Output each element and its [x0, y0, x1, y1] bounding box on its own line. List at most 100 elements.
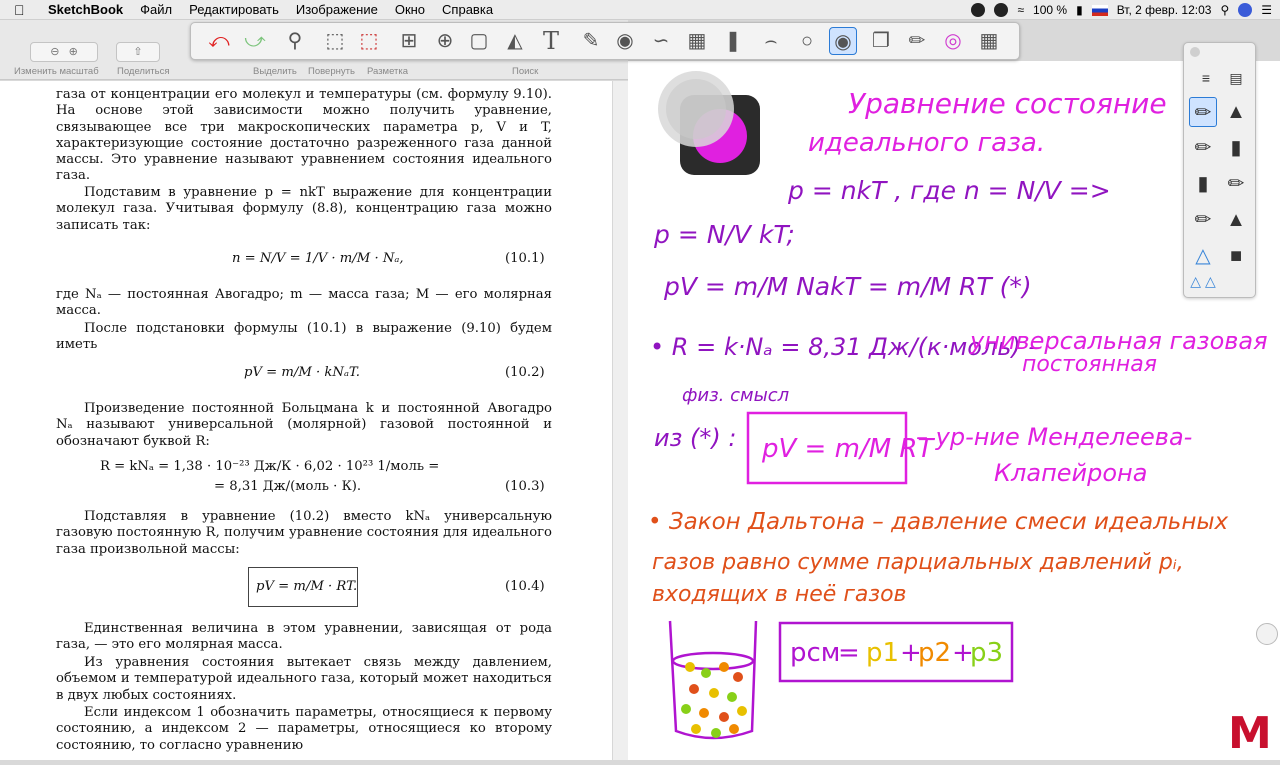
brush-eraser-icon[interactable]: ■ — [1222, 241, 1250, 271]
battery-text[interactable]: 100 % — [1033, 3, 1067, 17]
note-line-7c: входящих в неё газов — [652, 582, 907, 607]
spotlight-icon[interactable]: ⚲ — [1220, 3, 1229, 17]
palette-settings-icon[interactable]: ≡ — [1192, 63, 1220, 93]
status-check-icon[interactable] — [971, 3, 986, 17]
perspective-icon[interactable]: ▦ — [683, 27, 711, 55]
circle-icon[interactable]: ○ — [793, 27, 821, 55]
menu-bar:  SketchBook Файл Редактировать Изображе… — [0, 0, 1280, 20]
formula-eq: = — [838, 638, 860, 668]
undo-icon[interactable]: ⤺ — [205, 27, 233, 55]
paragraph-3: где Nₐ — постоянная Авогадро; m — масса … — [56, 287, 552, 319]
note-line-6-box: pV = m/M RT — [761, 434, 935, 464]
sketchbook-toolbar: ⤺ ⤻ ⚲ ⬚ ⬚ ⊞ ⊕ ▢ ◭ T ✎ ◉ ∽ ▦ ❚ ⌢ ○ ◉ ❐ ✏ … — [190, 22, 1020, 60]
stroke-icon[interactable]: ⌢ — [757, 27, 785, 55]
formula-p3: p3 — [970, 638, 1003, 668]
language-flag-icon[interactable] — [1091, 4, 1108, 16]
paragraph-2: Подставим в уравнение p = nkT выражение … — [56, 185, 552, 233]
color-puck-icon[interactable] — [658, 71, 760, 175]
paragraph-6: Подставляя в уравнение (10.2) вместо kNₐ… — [56, 509, 552, 557]
paragraph-4: После подстановки формулы (10.1) в выраж… — [56, 321, 552, 353]
status-dot-icon[interactable] — [994, 3, 1009, 17]
transform-icon[interactable]: ⊕ — [431, 27, 459, 55]
zoom-buttons[interactable]: ⊖ ⊕ — [30, 42, 98, 62]
brush-nib-icon[interactable]: ▲ — [1222, 205, 1250, 235]
apple-icon[interactable]:  — [14, 2, 34, 18]
rotate-label: Повернуть — [308, 66, 355, 77]
note-title-1: Уравнение состояние — [848, 87, 1167, 120]
watermark-logo: M — [1228, 708, 1272, 759]
distort-icon[interactable]: ▢ — [465, 27, 493, 55]
note-line-6a: из (*) : — [654, 424, 736, 452]
note-line-3: pV = m/M NakT = m/M RT (*) — [663, 272, 1032, 301]
equation-10-4: pV = m/M · RT. — [256, 579, 358, 594]
note-line-6b: – ур-ние Менделеева- — [916, 423, 1192, 451]
note-line-7a: • Закон Дальтона – давление смеси идеаль… — [648, 509, 1229, 535]
brush-triangle-icon[interactable]: △ — [1189, 241, 1217, 271]
brush-pencil-icon[interactable]: ✏ — [1189, 97, 1217, 127]
note-line-6c: Клапейрона — [994, 459, 1147, 487]
palette-list-icon[interactable]: ▤ — [1222, 63, 1250, 93]
menu-image[interactable]: Изображение — [296, 2, 378, 17]
note-line-4c: постоянная — [1022, 352, 1157, 377]
brush-paintbrush-icon[interactable]: ✏ — [1222, 169, 1250, 199]
equation-10-1: n = N/V = 1/V · m/M · Nₐ, — [232, 251, 404, 266]
brush-palette: ≡ ▤ ✏ ▲ ✏ ▮ ▮ ✏ ✏ ▲ △ ■ △ △ — [1183, 42, 1256, 298]
note-line-2: p = N/V kT; — [653, 220, 795, 249]
app-name[interactable]: SketchBook — [48, 2, 123, 17]
highlight-label: Выделить — [253, 66, 297, 77]
layer-icon[interactable]: ◉ — [829, 27, 857, 55]
siri-icon[interactable] — [1238, 3, 1253, 17]
note-line-4b: универсальная газовая — [969, 327, 1268, 355]
redo-icon[interactable]: ⤻ — [241, 27, 269, 55]
zoom-label: Изменить масштаб — [14, 66, 99, 77]
wifi-icon[interactable]: ≈ — [1017, 3, 1024, 17]
clock[interactable]: Вт, 2 февр. 12:03 — [1117, 3, 1212, 17]
menu-file[interactable]: Файл — [140, 2, 172, 17]
brush-ink-icon[interactable]: ✏ — [1189, 205, 1217, 235]
paragraph-1: газа от концентрации его молекул и темпе… — [56, 87, 552, 184]
brush-pen-icon[interactable]: ✏ — [1189, 133, 1217, 163]
formula-p1: p1 — [866, 638, 899, 668]
brush-airbrush-icon[interactable]: ▲ — [1222, 97, 1250, 127]
menu-window[interactable]: Окно — [395, 2, 425, 17]
equation-10-1-number: (10.1) — [505, 251, 545, 266]
color-wheel-icon[interactable]: ◎ — [939, 27, 967, 55]
brush-chisel-icon[interactable]: ▮ — [1189, 169, 1217, 199]
copy-icon[interactable]: ❐ — [867, 27, 895, 55]
symmetry-icon[interactable]: ❚ — [719, 27, 747, 55]
brush-marker-icon[interactable]: ▮ — [1222, 133, 1250, 163]
note-line-7b: газов равно сумме парциальных давлений p… — [652, 550, 1184, 575]
note-line-1: p = nkT , где n = N/V => — [787, 176, 1111, 205]
markup-label: Разметка — [367, 66, 409, 77]
brush-more-icon[interactable]: △ △ — [1189, 271, 1217, 291]
preview-scrollbar[interactable] — [612, 81, 628, 760]
gas-jar-drawing — [668, 620, 758, 740]
ellipse-guide-icon[interactable]: ◉ — [611, 27, 639, 55]
brushes-icon[interactable]: ✏ — [903, 27, 931, 55]
palette-close-icon[interactable] — [1190, 47, 1200, 57]
text-icon[interactable]: T — [537, 27, 565, 55]
battery-icon[interactable]: ▮ — [1076, 3, 1083, 17]
equation-10-3-number: (10.3) — [505, 479, 545, 494]
canvas-scroll-handle[interactable] — [1256, 623, 1278, 645]
equation-10-2-number: (10.2) — [505, 365, 545, 380]
select-rect-icon[interactable]: ⬚ — [321, 27, 349, 55]
equation-10-2: pV = m/M · kNₐT. — [244, 365, 360, 380]
share-button[interactable]: ⇧ — [116, 42, 160, 62]
paragraph-8: Из уравнения состояния вытекает связь ме… — [56, 655, 552, 703]
notification-icon[interactable]: ☰ — [1261, 3, 1272, 17]
menu-help[interactable]: Справка — [442, 2, 493, 17]
formula-psm: pсм — [790, 638, 840, 668]
grid-icon[interactable]: ▦ — [975, 27, 1003, 55]
select-lasso-icon[interactable]: ⬚ — [355, 27, 383, 55]
status-area: ≈ 100 % ▮ Вт, 2 февр. 12:03 ⚲ ☰ — [971, 0, 1272, 20]
crop-icon[interactable]: ⊞ — [395, 27, 423, 55]
gas-particles — [681, 662, 747, 738]
zoom-icon[interactable]: ⚲ — [281, 27, 309, 55]
menu-edit[interactable]: Редактировать — [189, 2, 279, 17]
textbook-page: газа от концентрации его молекул и темпе… — [0, 81, 612, 760]
paragraph-9: Если индексом 1 обозначить параметры, от… — [56, 705, 552, 753]
french-curve-icon[interactable]: ∽ — [647, 27, 675, 55]
ruler-icon[interactable]: ✎ — [577, 27, 605, 55]
fill-icon[interactable]: ◭ — [501, 27, 529, 55]
